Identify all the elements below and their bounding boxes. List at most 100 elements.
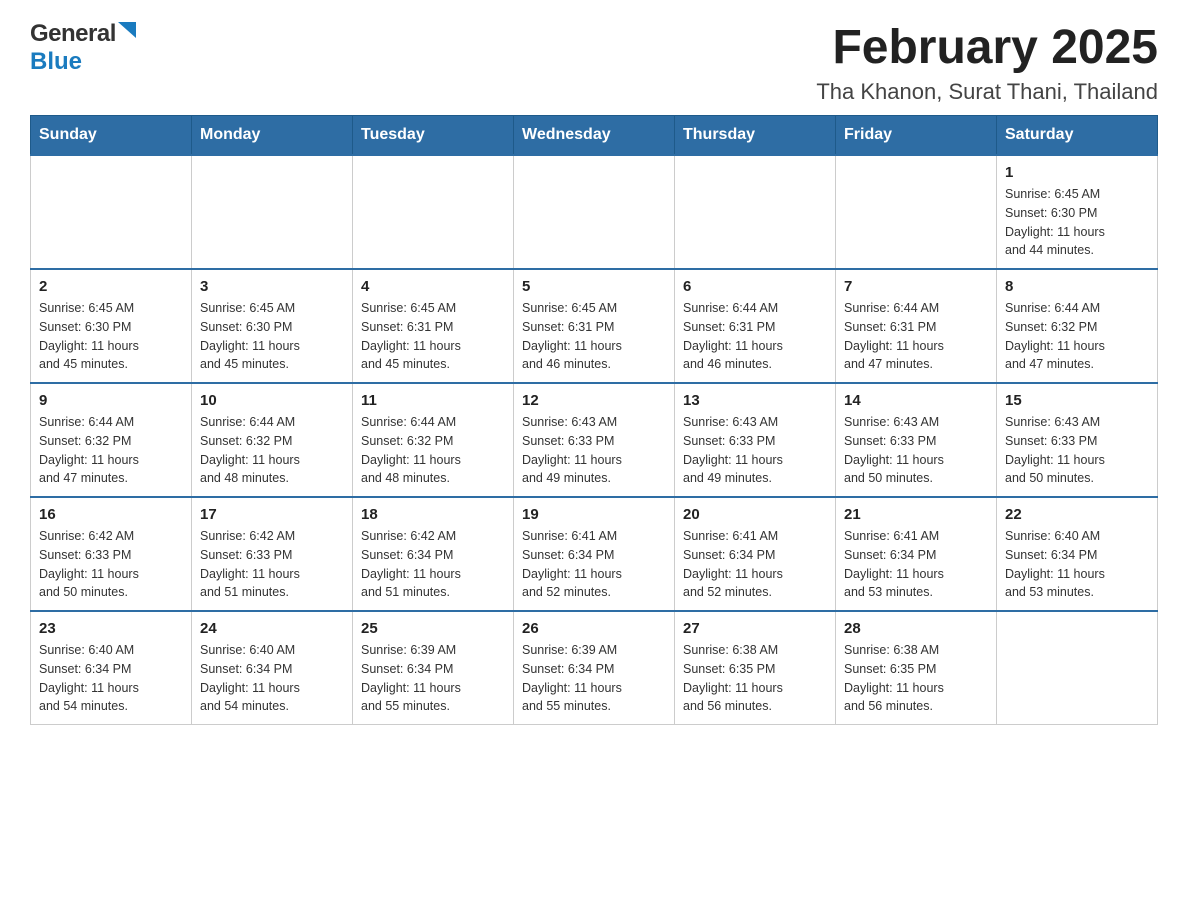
day-info: Sunrise: 6:42 AMSunset: 6:33 PMDaylight:…: [39, 527, 183, 602]
day-info: Sunrise: 6:40 AMSunset: 6:34 PMDaylight:…: [1005, 527, 1149, 602]
day-info: Sunrise: 6:39 AMSunset: 6:34 PMDaylight:…: [522, 641, 666, 716]
day-info: Sunrise: 6:45 AMSunset: 6:30 PMDaylight:…: [200, 299, 344, 374]
calendar-cell: 20 Sunrise: 6:41 AMSunset: 6:34 PMDayligh…: [675, 497, 836, 611]
calendar-cell: 9 Sunrise: 6:44 AMSunset: 6:32 PMDaylight…: [31, 383, 192, 497]
calendar-cell: 22 Sunrise: 6:40 AMSunset: 6:34 PMDayligh…: [997, 497, 1158, 611]
day-number: 17: [200, 506, 344, 523]
day-info: Sunrise: 6:42 AMSunset: 6:33 PMDaylight:…: [200, 527, 344, 602]
day-number: 13: [683, 392, 827, 409]
day-info: Sunrise: 6:38 AMSunset: 6:35 PMDaylight:…: [844, 641, 988, 716]
day-info: Sunrise: 6:45 AMSunset: 6:31 PMDaylight:…: [361, 299, 505, 374]
day-number: 2: [39, 278, 183, 295]
calendar-cell: 13 Sunrise: 6:43 AMSunset: 6:33 PMDayligh…: [675, 383, 836, 497]
day-info: Sunrise: 6:44 AMSunset: 6:32 PMDaylight:…: [39, 413, 183, 488]
calendar-cell: 16 Sunrise: 6:42 AMSunset: 6:33 PMDayligh…: [31, 497, 192, 611]
calendar-cell: [997, 611, 1158, 725]
calendar-cell: 15Sunrise: 6:43 AMSunset: 6:33 PMDayligh…: [997, 383, 1158, 497]
day-info: Sunrise: 6:43 AMSunset: 6:33 PMDaylight:…: [683, 413, 827, 488]
day-number: 18: [361, 506, 505, 523]
day-number: 26: [522, 620, 666, 637]
calendar-cell: 19Sunrise: 6:41 AMSunset: 6:34 PMDayligh…: [514, 497, 675, 611]
location-text: Tha Khanon, Surat Thani, Thailand: [816, 79, 1158, 105]
days-of-week-row: Sunday Monday Tuesday Wednesday Thursday…: [31, 116, 1158, 156]
day-info: Sunrise: 6:41 AMSunset: 6:34 PMDaylight:…: [683, 527, 827, 602]
day-number: 24: [200, 620, 344, 637]
calendar-cell: 27 Sunrise: 6:38 AMSunset: 6:35 PMDayligh…: [675, 611, 836, 725]
calendar-cell: 24 Sunrise: 6:40 AMSunset: 6:34 PMDayligh…: [192, 611, 353, 725]
day-number: 25: [361, 620, 505, 637]
day-info: Sunrise: 6:44 AMSunset: 6:31 PMDaylight:…: [844, 299, 988, 374]
logo: General Blue: [30, 20, 136, 76]
day-info: Sunrise: 6:44 AMSunset: 6:32 PMDaylight:…: [361, 413, 505, 488]
calendar-cell: [31, 155, 192, 269]
logo-blue-text: Blue: [30, 48, 82, 75]
week-row-1: 2 Sunrise: 6:45 AMSunset: 6:30 PMDaylight…: [31, 269, 1158, 383]
calendar-cell: [836, 155, 997, 269]
day-number: 28: [844, 620, 988, 637]
calendar-cell: 8 Sunrise: 6:44 AMSunset: 6:32 PMDaylight…: [997, 269, 1158, 383]
calendar-cell: [353, 155, 514, 269]
col-saturday: Saturday: [997, 116, 1158, 156]
week-row-4: 23 Sunrise: 6:40 AMSunset: 6:34 PMDayligh…: [31, 611, 1158, 725]
calendar-cell: 12 Sunrise: 6:43 AMSunset: 6:33 PMDayligh…: [514, 383, 675, 497]
calendar-cell: 21 Sunrise: 6:41 AMSunset: 6:34 PMDayligh…: [836, 497, 997, 611]
day-number: 22: [1005, 506, 1149, 523]
day-number: 3: [200, 278, 344, 295]
day-number: 23: [39, 620, 183, 637]
day-number: 12: [522, 392, 666, 409]
title-area: February 2025 Tha Khanon, Surat Thani, T…: [816, 20, 1158, 105]
day-info: Sunrise: 6:42 AMSunset: 6:34 PMDaylight:…: [361, 527, 505, 602]
day-number: 4: [361, 278, 505, 295]
day-info: Sunrise: 6:39 AMSunset: 6:34 PMDaylight:…: [361, 641, 505, 716]
day-info: Sunrise: 6:43 AMSunset: 6:33 PMDaylight:…: [522, 413, 666, 488]
day-info: Sunrise: 6:44 AMSunset: 6:32 PMDaylight:…: [200, 413, 344, 488]
day-info: Sunrise: 6:40 AMSunset: 6:34 PMDaylight:…: [39, 641, 183, 716]
calendar-cell: 14 Sunrise: 6:43 AMSunset: 6:33 PMDayligh…: [836, 383, 997, 497]
logo-arrow-icon: [118, 22, 136, 43]
logo-general-text: General: [30, 20, 116, 48]
week-row-0: 1Sunrise: 6:45 AMSunset: 6:30 PMDaylight…: [31, 155, 1158, 269]
calendar-cell: 11 Sunrise: 6:44 AMSunset: 6:32 PMDayligh…: [353, 383, 514, 497]
day-number: 5: [522, 278, 666, 295]
calendar-cell: [675, 155, 836, 269]
day-info: Sunrise: 6:45 AMSunset: 6:30 PMDaylight:…: [39, 299, 183, 374]
day-info: Sunrise: 6:43 AMSunset: 6:33 PMDaylight:…: [844, 413, 988, 488]
day-number: 9: [39, 392, 183, 409]
day-info: Sunrise: 6:40 AMSunset: 6:34 PMDaylight:…: [200, 641, 344, 716]
calendar-body: 1Sunrise: 6:45 AMSunset: 6:30 PMDaylight…: [31, 155, 1158, 725]
calendar-cell: 10Sunrise: 6:44 AMSunset: 6:32 PMDayligh…: [192, 383, 353, 497]
calendar-header: Sunday Monday Tuesday Wednesday Thursday…: [31, 116, 1158, 156]
day-number: 8: [1005, 278, 1149, 295]
calendar-table: Sunday Monday Tuesday Wednesday Thursday…: [30, 115, 1158, 725]
calendar-cell: 6Sunrise: 6:44 AMSunset: 6:31 PMDaylight…: [675, 269, 836, 383]
day-number: 20: [683, 506, 827, 523]
day-info: Sunrise: 6:41 AMSunset: 6:34 PMDaylight:…: [844, 527, 988, 602]
page-header: General Blue February 2025 Tha Khanon, S…: [30, 20, 1158, 105]
day-number: 21: [844, 506, 988, 523]
col-monday: Monday: [192, 116, 353, 156]
day-number: 14: [844, 392, 988, 409]
col-wednesday: Wednesday: [514, 116, 675, 156]
calendar-cell: 2 Sunrise: 6:45 AMSunset: 6:30 PMDaylight…: [31, 269, 192, 383]
day-number: 19: [522, 506, 666, 523]
day-number: 16: [39, 506, 183, 523]
day-info: Sunrise: 6:45 AMSunset: 6:31 PMDaylight:…: [522, 299, 666, 374]
week-row-2: 9 Sunrise: 6:44 AMSunset: 6:32 PMDaylight…: [31, 383, 1158, 497]
calendar-cell: 28 Sunrise: 6:38 AMSunset: 6:35 PMDayligh…: [836, 611, 997, 725]
day-info: Sunrise: 6:38 AMSunset: 6:35 PMDaylight:…: [683, 641, 827, 716]
month-title: February 2025: [816, 20, 1158, 75]
calendar-cell: 7 Sunrise: 6:44 AMSunset: 6:31 PMDaylight…: [836, 269, 997, 383]
calendar-cell: 25 Sunrise: 6:39 AMSunset: 6:34 PMDayligh…: [353, 611, 514, 725]
calendar-cell: 17 Sunrise: 6:42 AMSunset: 6:33 PMDayligh…: [192, 497, 353, 611]
day-number: 7: [844, 278, 988, 295]
day-number: 11: [361, 392, 505, 409]
col-friday: Friday: [836, 116, 997, 156]
day-info: Sunrise: 6:43 AMSunset: 6:33 PMDaylight:…: [1005, 413, 1149, 488]
day-info: Sunrise: 6:45 AMSunset: 6:30 PMDaylight:…: [1005, 185, 1149, 260]
day-info: Sunrise: 6:44 AMSunset: 6:32 PMDaylight:…: [1005, 299, 1149, 374]
calendar-cell: [192, 155, 353, 269]
day-number: 27: [683, 620, 827, 637]
col-sunday: Sunday: [31, 116, 192, 156]
col-tuesday: Tuesday: [353, 116, 514, 156]
calendar-cell: 18 Sunrise: 6:42 AMSunset: 6:34 PMDayligh…: [353, 497, 514, 611]
